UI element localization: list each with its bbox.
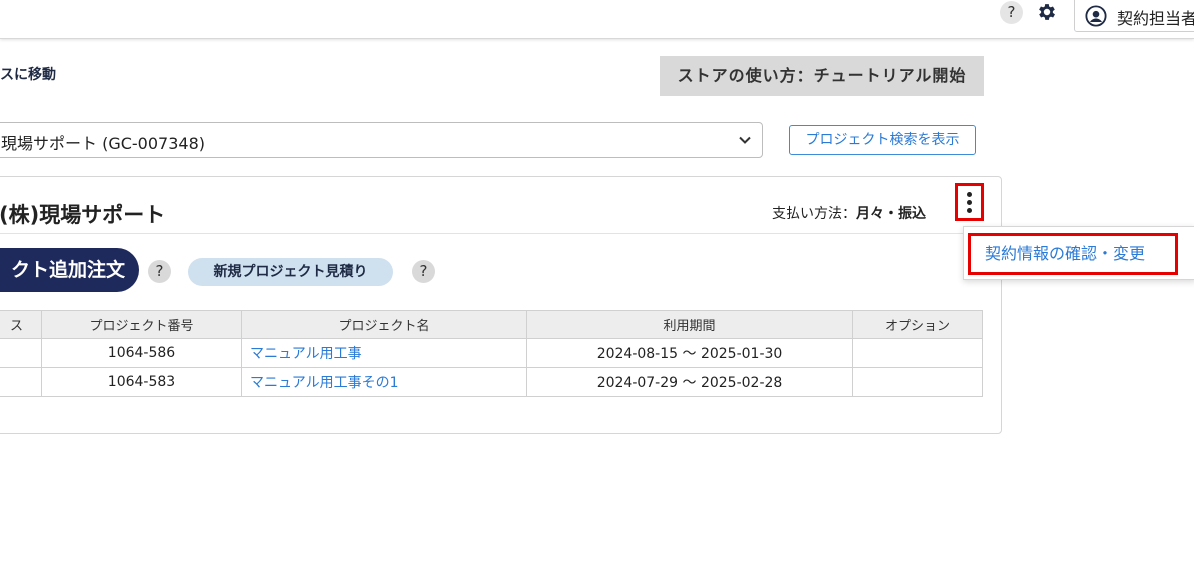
menu-item-contract-info[interactable]: 契約情報の確認・変更 (968, 233, 1178, 275)
cell-period: 2024-08-15 ～ 2025-01-30 (526, 338, 853, 368)
gear-icon[interactable] (1036, 1, 1058, 23)
card-divider (0, 233, 1001, 234)
payment-label: 支払い方法： (772, 206, 856, 222)
help-icon[interactable]: ? (1000, 1, 1023, 24)
tutorial-start-button[interactable]: ストアの使い方：チュートリアル開始 (660, 56, 984, 96)
navigate-link[interactable]: スに移動 (0, 64, 56, 84)
more-options-button[interactable] (955, 183, 984, 221)
cell-option (852, 367, 983, 397)
show-project-search-button[interactable]: プロジェクト検索を表示 (789, 125, 976, 155)
user-menu-button[interactable]: 契約担当者 (1074, 0, 1194, 32)
help-icon[interactable]: ? (412, 260, 435, 283)
add-order-button[interactable]: クト追加注文 (0, 248, 139, 292)
column-header: オプション (852, 310, 983, 339)
kebab-dot (967, 192, 972, 197)
table-row: 1064-586 マニュアル用工事 2024-08-15 ～ 2025-01-3… (0, 338, 983, 368)
project-select-value: 現場サポート (GC-007348) (1, 134, 205, 153)
table-row: 1064-583 マニュアル用工事その1 2024-07-29 ～ 2025-0… (0, 367, 983, 397)
help-icon[interactable]: ? (148, 260, 171, 283)
cell-period: 2024-07-29 ～ 2025-02-28 (526, 367, 853, 397)
column-header: プロジェクト名 (241, 310, 527, 339)
project-table: ス プロジェクト番号 プロジェクト名 利用期間 オプション 1064-586 マ… (0, 310, 983, 397)
top-bar: ? 契約担当者 (0, 0, 1194, 39)
cell-status (0, 367, 42, 397)
cell-status (0, 338, 42, 368)
project-select[interactable]: 現場サポート (GC-007348) (0, 122, 763, 158)
chevron-down-icon (739, 136, 751, 144)
project-name-link[interactable]: マニュアル用工事その1 (241, 367, 527, 397)
kebab-dot (967, 208, 972, 213)
new-estimate-button[interactable]: 新規プロジェクト見積り (188, 258, 393, 286)
company-name: (株)現場サポート (0, 203, 166, 227)
kebab-dot (967, 200, 972, 205)
payment-method: 支払い方法：月々・振込 (772, 203, 926, 223)
column-header: 利用期間 (526, 310, 853, 339)
payment-value: 月々・振込 (856, 206, 926, 222)
project-name-link[interactable]: マニュアル用工事 (241, 338, 527, 368)
user-avatar-icon (1085, 5, 1107, 27)
options-dropdown-menu: 契約情報の確認・変更 (963, 226, 1194, 280)
cell-project-number: 1064-583 (41, 367, 242, 397)
cell-option (852, 338, 983, 368)
user-name: 契約担当者 (1117, 9, 1194, 28)
table-header-row: ス プロジェクト番号 プロジェクト名 利用期間 オプション (0, 310, 983, 339)
project-card: (株)現場サポート 支払い方法：月々・振込 クト追加注文 ? 新規プロジェクト見… (0, 176, 1002, 434)
cell-project-number: 1064-586 (41, 338, 242, 368)
column-header: ス (0, 310, 42, 339)
column-header: プロジェクト番号 (41, 310, 242, 339)
